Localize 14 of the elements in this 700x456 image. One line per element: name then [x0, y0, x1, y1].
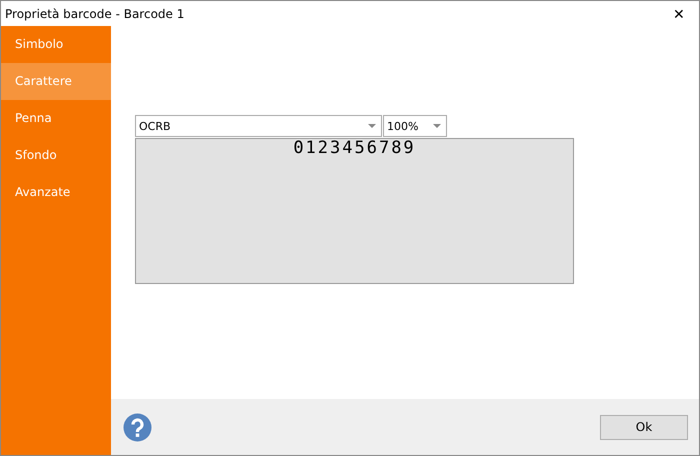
help-icon[interactable]	[123, 412, 152, 442]
ok-button[interactable]: Ok	[600, 414, 688, 440]
sidebar-item[interactable]: Carattere	[1, 63, 111, 100]
window-title: Proprietà barcode - Barcode 1	[4, 6, 184, 20]
sidebar-item[interactable]: Sfondo	[1, 137, 111, 174]
sidebar-item[interactable]: Penna	[1, 100, 111, 137]
sidebar-item[interactable]: Avanzate	[1, 174, 111, 211]
sidebar-item[interactable]: Simbolo	[1, 26, 111, 63]
size-dropdown[interactable]: 100%	[383, 115, 447, 137]
preview-text: 0123456789	[293, 139, 416, 159]
caret-icon	[368, 124, 376, 128]
caret-icon	[433, 124, 441, 128]
font-dropdown[interactable]: OCRB	[135, 115, 382, 137]
close-button[interactable]: ✕	[659, 1, 699, 26]
